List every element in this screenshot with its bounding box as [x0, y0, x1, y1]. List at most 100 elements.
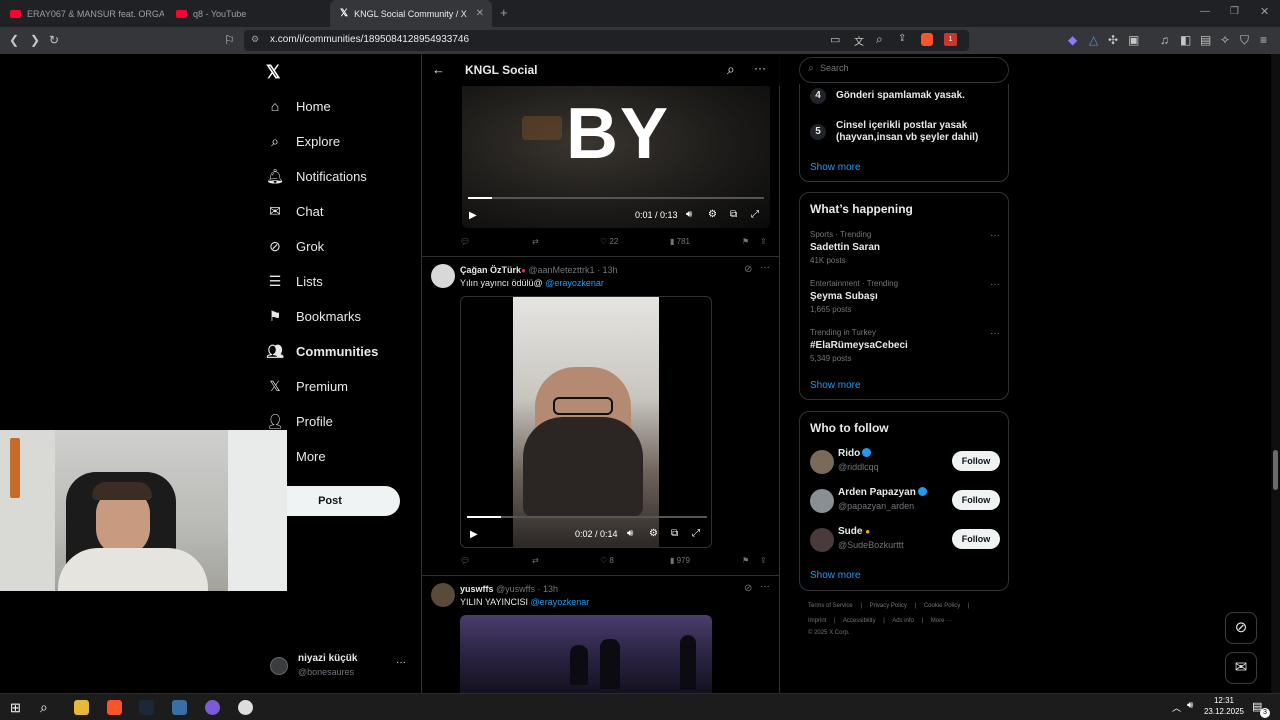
tab-kngl-social[interactable]: 𝕏 KNGL Social Community / X ✕ [330, 0, 492, 27]
new-tab-button[interactable]: + [500, 5, 508, 20]
vpn-icon[interactable]: △ [1089, 33, 1098, 47]
sidebar-item-premium[interactable]: 𝕏 Premium [266, 378, 348, 395]
follow-show-more[interactable]: Show more [810, 570, 861, 581]
system-clock[interactable]: 12:31 23.12.2025 [1202, 695, 1246, 717]
imprint-link[interactable]: Imprint [808, 618, 826, 624]
windows-start-icon[interactable]: ⊞ [10, 700, 21, 716]
app-icon[interactable] [205, 700, 220, 715]
reload-icon[interactable]: ↻ [49, 33, 59, 47]
messages-floating-icon[interactable]: ✉ [1225, 652, 1257, 684]
sidebar-item-profile[interactable]: 👤︎ Profile [266, 413, 333, 430]
pip-icon[interactable]: ⧉ [671, 528, 678, 539]
sidebar-item-bookmarks[interactable]: ⚑ Bookmarks [266, 308, 361, 325]
reply-icon[interactable]: 💬︎ [460, 237, 470, 246]
search-input[interactable] [820, 63, 1000, 73]
video-player[interactable]: BY ▶ 0:01 / 0:13 🔊︎ ⚙ ⧉ ⤢ [462, 86, 770, 228]
avatar[interactable] [431, 583, 455, 607]
zoom-icon[interactable]: ⌕ [876, 32, 883, 47]
post-image[interactable] [460, 615, 712, 693]
account-switcher[interactable]: niyazi küçük @bonesaures ··· [266, 651, 412, 683]
trend-more-icon[interactable]: ··· [990, 328, 1000, 339]
search-box[interactable]: ⌕ [799, 57, 1009, 83]
fullscreen-icon[interactable]: ⤢ [692, 528, 700, 539]
brave-rewards-icon[interactable]: 1 [944, 33, 957, 46]
back-icon[interactable]: ❮ [9, 33, 19, 47]
post-handle[interactable]: @aanMetezttrk1 · 13h [528, 265, 617, 275]
forward-icon[interactable]: ❯ [30, 33, 40, 47]
sidebar-item-explore[interactable]: ⌕ Explore [266, 133, 340, 150]
translate-icon[interactable]: 文 [854, 33, 864, 48]
site-info-icon[interactable]: ⚙ [251, 34, 259, 45]
terms-link[interactable]: Terms of Service [808, 603, 853, 609]
close-tab-icon[interactable]: ✕ [476, 8, 484, 19]
post-author[interactable]: yuswffs [460, 584, 494, 594]
sidebar-item-home[interactable]: ⌂ Home [266, 98, 331, 114]
search-icon[interactable]: ⌕ [40, 699, 48, 716]
avatar[interactable] [431, 264, 455, 288]
privacy-link[interactable]: Privacy Policy [870, 603, 907, 609]
brave-icon[interactable] [107, 700, 122, 715]
follow-suggestion[interactable]: Arden Papazyan @papazyan_arden Follow [810, 487, 1000, 515]
share-icon[interactable]: ⇪ [760, 556, 767, 565]
like-button[interactable]: ♡ 8 [600, 556, 614, 565]
more-link[interactable]: More ··· [931, 618, 952, 624]
views-button[interactable]: ▮ 781 [670, 237, 690, 246]
sidebar-item-communities[interactable]: 👥︎ Communities [266, 343, 378, 360]
grok-icon[interactable]: ⊘ [744, 583, 752, 594]
more-icon[interactable]: ··· [760, 262, 770, 273]
bookmark-icon[interactable]: ⚑ [742, 556, 749, 565]
trend-more-icon[interactable]: ··· [990, 279, 1000, 290]
settings-icon[interactable]: ⚙ [708, 209, 717, 220]
accessibility-link[interactable]: Accessibility [843, 618, 876, 624]
repost-icon[interactable]: ⇄ [532, 237, 539, 246]
sidebar-item-chat[interactable]: ✉ Chat [266, 203, 323, 220]
leo-icon[interactable]: ◆ [1068, 33, 1077, 47]
url-text[interactable]: x.com/i/communities/1895084128954933746 [270, 34, 469, 45]
steam-icon[interactable] [139, 700, 154, 715]
like-button[interactable]: ♡ 22 [600, 237, 618, 246]
settings-icon[interactable]: ⚙ [649, 528, 658, 539]
ads-info-link[interactable]: Ads info [892, 618, 914, 624]
grok-icon[interactable]: ⊘ [744, 264, 752, 275]
trend-item[interactable]: Trending in Turkey #ElaRümeysaCebeci 5,3… [810, 328, 1000, 363]
follow-suggestion[interactable]: Rido @riddlcqq Follow [810, 448, 1000, 476]
trends-show-more[interactable]: Show more [810, 380, 861, 391]
post-handle[interactable]: @yuswffs · 13h [496, 584, 558, 594]
volume-icon[interactable]: 🔊︎ [627, 528, 633, 539]
fullscreen-icon[interactable]: ⤢ [751, 209, 759, 220]
sidebar-toggle-icon[interactable]: ◧ [1180, 33, 1191, 47]
share-icon[interactable]: ⇪ [898, 33, 906, 44]
restore-icon[interactable]: ❐ [1230, 6, 1239, 17]
scrollbar[interactable] [1271, 54, 1280, 693]
views-button[interactable]: ▮ 979 [670, 556, 690, 565]
follow-suggestion[interactable]: Sude ● @SudeBozkurttt Follow [810, 526, 1000, 554]
sidebar-item-lists[interactable]: ☰ Lists [266, 273, 323, 290]
ai-sparkle-icon[interactable]: ✧ [1220, 33, 1230, 47]
sidebar-item-notifications[interactable]: 🔔︎ Notifications [266, 168, 367, 185]
close-window-icon[interactable]: ✕ [1260, 5, 1269, 18]
address-bar[interactable]: ⚙ x.com/i/communities/189508412895493374… [244, 30, 969, 51]
tray-chevron-icon[interactable]: ︿ [1172, 701, 1181, 714]
screenshot-icon[interactable]: ▣ [1128, 33, 1139, 47]
tab-eray067[interactable]: ERAY067 & MANSUR feat. ORGANIZE [0, 2, 164, 25]
account-more-icon[interactable]: ··· [396, 657, 406, 668]
back-arrow-icon[interactable]: ← [432, 62, 445, 77]
video-progress-track[interactable] [468, 197, 764, 199]
rules-show-more[interactable]: Show more [810, 162, 861, 173]
pip-icon[interactable]: ⧉ [730, 209, 737, 220]
scrollbar-thumb[interactable] [1273, 450, 1278, 490]
bookmark-icon[interactable]: ⚑ [742, 237, 749, 246]
minimize-icon[interactable]: — [1200, 6, 1210, 17]
sidebar-item-grok[interactable]: ⊘ Grok [266, 238, 324, 255]
trend-item[interactable]: Entertainment · Trending Şeyma Subaşı 1,… [810, 279, 1000, 314]
file-explorer-icon[interactable] [74, 700, 89, 715]
more-icon[interactable]: ··· [754, 61, 766, 75]
menu-icon[interactable]: ≡ [1260, 33, 1267, 47]
grok-floating-icon[interactable]: ⊘ [1225, 612, 1257, 644]
bookmark-page-icon[interactable]: ⚐ [224, 33, 235, 47]
follow-button[interactable]: Follow [952, 529, 1000, 549]
shield-icon[interactable]: ⛉ [1240, 33, 1249, 47]
volume-icon[interactable]: 🔊︎ [686, 209, 692, 220]
play-icon[interactable]: ▶ [469, 210, 477, 221]
tab-q8-youtube[interactable]: q8 - YouTube [166, 2, 330, 25]
